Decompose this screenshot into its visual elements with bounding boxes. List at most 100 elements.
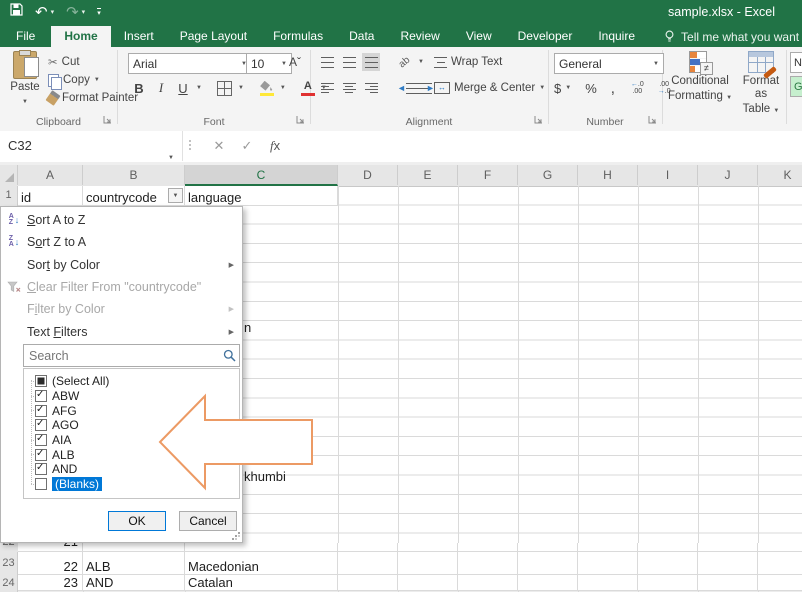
copy-button[interactable]: Copy ▼ (48, 71, 100, 89)
alignment-dialog-launcher-icon[interactable] (534, 115, 543, 127)
column-header-a[interactable]: A (18, 165, 83, 185)
align-left-button[interactable] (318, 79, 336, 97)
checkbox[interactable] (35, 449, 47, 461)
merge-center-button[interactable]: ↔ Merge & Center ▼ (434, 79, 545, 97)
checkbox[interactable] (35, 419, 47, 431)
checkbox[interactable] (35, 405, 47, 417)
column-header-g[interactable]: G (518, 165, 578, 185)
increase-decimal-button[interactable]: ←.0.00 (631, 81, 644, 95)
row-header-22-clipped[interactable]: 22 (0, 543, 18, 552)
wrap-text-button[interactable]: Wrap Text (434, 53, 502, 71)
tell-me-box[interactable]: Tell me what you want to do... (664, 26, 802, 47)
tab-inquire[interactable]: Inquire (585, 26, 648, 47)
cell-b23[interactable]: ALB (83, 552, 185, 575)
filter-search-input[interactable] (23, 344, 240, 367)
save-icon[interactable] (10, 3, 23, 21)
row-header-1[interactable]: 1 (0, 186, 17, 205)
column-header-f[interactable]: F (458, 165, 518, 185)
column-header-k[interactable]: K (758, 165, 802, 185)
fill-color-button[interactable] (258, 79, 276, 97)
fill-color-dropdown-icon[interactable]: ▼ (280, 85, 286, 91)
column-header-h[interactable]: H (578, 165, 638, 185)
bottom-align-button[interactable] (362, 53, 380, 71)
resize-grip[interactable] (232, 532, 240, 540)
row-header-24[interactable]: 24 (0, 575, 17, 592)
number-dialog-launcher-icon[interactable] (648, 115, 657, 127)
insert-function-button[interactable]: fx (262, 131, 288, 161)
cut-button[interactable]: ✂ Cut (48, 53, 80, 71)
increase-font-icon[interactable]: Aˇ (286, 53, 304, 71)
name-box[interactable]: C32 ▼ (0, 131, 183, 161)
paste-button[interactable]: Paste ▼ (6, 51, 44, 109)
ok-button[interactable]: OK (108, 511, 166, 531)
font-name-combo[interactable]: Arial▼ (128, 53, 252, 74)
cell-b24[interactable]: AND (83, 575, 185, 592)
borders-button[interactable] (216, 79, 234, 97)
column-header-i[interactable]: I (638, 165, 698, 185)
accounting-dropdown-icon[interactable]: ▼ (565, 85, 571, 91)
font-dialog-launcher-icon[interactable] (296, 115, 305, 127)
cancel-button[interactable]: Cancel (179, 511, 237, 531)
orientation-button[interactable]: ab (396, 53, 414, 71)
cancel-entry-icon[interactable]: ✕ (206, 131, 232, 161)
checkbox[interactable] (35, 375, 47, 387)
cell-style-normal[interactable]: N (790, 52, 802, 73)
customize-quick-access-icon[interactable]: ▾ (97, 8, 101, 17)
underline-dropdown-icon[interactable]: ▼ (196, 85, 202, 91)
checkbox[interactable] (35, 434, 47, 446)
menu-item-sort-by-color[interactable]: Sort by Color ▶ (1, 254, 242, 276)
enter-entry-icon[interactable]: ✓ (234, 131, 260, 161)
format-as-table-button[interactable]: Format as Table ▼ (736, 51, 786, 118)
column-header-j[interactable]: J (698, 165, 758, 185)
format-painter-button[interactable]: Format Painter (48, 89, 138, 107)
tab-review[interactable]: Review (387, 26, 452, 47)
tab-page-layout[interactable]: Page Layout (167, 26, 260, 47)
search-icon[interactable] (223, 349, 236, 367)
tab-developer[interactable]: Developer (505, 26, 586, 47)
column-header-e[interactable]: E (398, 165, 458, 185)
cell-c1[interactable]: language (185, 186, 338, 206)
align-right-button[interactable] (362, 79, 380, 97)
font-color-button[interactable]: A (299, 79, 317, 97)
checkbox[interactable] (35, 463, 47, 475)
top-align-button[interactable] (318, 53, 336, 71)
borders-dropdown-icon[interactable]: ▼ (238, 85, 244, 91)
cell-a1[interactable]: id (18, 186, 83, 206)
middle-align-button[interactable] (340, 53, 358, 71)
menu-item-text-filters[interactable]: Text Filters ▶ (1, 321, 242, 343)
filter-item-select-all[interactable]: (Select All) (24, 374, 239, 389)
column-header-d[interactable]: D (338, 165, 398, 185)
menu-item-sort-a-to-z[interactable]: AZ↓ Sort A to Z (1, 209, 242, 231)
italic-button[interactable]: I (152, 79, 170, 97)
menu-item-sort-z-to-a[interactable]: ZA↓ Sort Z to A (1, 231, 242, 253)
comma-style-button[interactable]: , (611, 80, 615, 97)
tab-data[interactable]: Data (336, 26, 387, 47)
tab-formulas[interactable]: Formulas (260, 26, 336, 47)
cell-a24[interactable]: 23 (18, 575, 83, 592)
decrease-indent-icon[interactable]: ◄ (396, 79, 414, 97)
tab-view[interactable]: View (453, 26, 505, 47)
align-center-button[interactable] (340, 79, 358, 97)
column-header-c[interactable]: C (185, 165, 338, 186)
orientation-dropdown-icon[interactable]: ▼ (418, 59, 424, 65)
undo-icon[interactable]: ↶ (35, 5, 48, 20)
formula-input[interactable] (300, 131, 802, 161)
tab-file[interactable]: File (0, 26, 51, 47)
number-format-combo[interactable]: General▼ (554, 53, 664, 74)
underline-button[interactable]: U (174, 79, 192, 97)
percent-style-button[interactable]: % (585, 81, 597, 96)
cell-c23[interactable]: Macedonian (185, 552, 338, 575)
cell-c24[interactable]: Catalan (185, 575, 338, 592)
undo-dropdown-icon[interactable]: ▾ (51, 8, 55, 16)
cell-style-good[interactable]: G (790, 76, 802, 97)
bold-button[interactable]: B (130, 79, 148, 97)
clipboard-dialog-launcher-icon[interactable] (103, 115, 112, 127)
filter-dropdown-button[interactable]: ▼ (168, 188, 183, 203)
row-header-23[interactable]: 23 (0, 552, 17, 575)
checkbox[interactable] (35, 390, 47, 402)
select-all-corner[interactable] (0, 165, 18, 185)
checkbox[interactable] (35, 478, 47, 490)
tab-insert[interactable]: Insert (111, 26, 167, 47)
column-header-b[interactable]: B (83, 165, 185, 185)
accounting-format-button[interactable]: $ (554, 81, 561, 96)
